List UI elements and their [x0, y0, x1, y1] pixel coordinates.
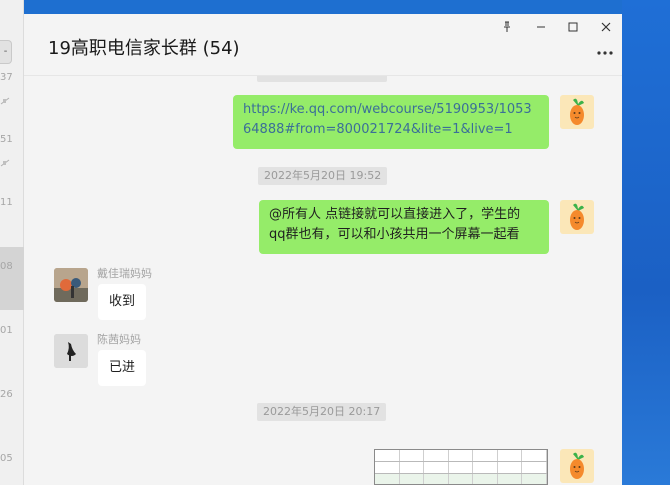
- photo-avatar-icon: [54, 268, 88, 302]
- timestamp: 2022年5月20日 19:52: [258, 167, 388, 185]
- selected-chat-row[interactable]: [0, 247, 24, 310]
- photo-avatar-icon: [54, 334, 88, 368]
- pin-icon[interactable]: [498, 18, 516, 36]
- mute-icon: [0, 159, 10, 167]
- link-line[interactable]: 64888#from=800021724&lite=1&live=1: [243, 120, 539, 140]
- chat-window: 19高职电信家长群 (54) https://ke.qq.com/webcour…: [24, 14, 622, 485]
- maximize-icon[interactable]: [564, 18, 582, 36]
- link-line[interactable]: https://ke.qq.com/webcourse/5190953/1053: [243, 100, 539, 120]
- message-bubble[interactable]: @所有人 点链接就可以直接进入了，学生的 qq群也有，可以和小孩共用一个屏幕一起…: [259, 200, 549, 254]
- chat-list-strip: - 37 51 11 08 01 26 05: [0, 0, 24, 485]
- chat-header: 19高职电信家长群 (54): [24, 14, 622, 76]
- sheet-row: [375, 474, 547, 484]
- image-message[interactable]: [374, 449, 548, 485]
- chat-time: 37: [0, 72, 13, 83]
- avatar[interactable]: [560, 449, 594, 483]
- chat-time: 51: [0, 134, 13, 145]
- minimize-icon[interactable]: [532, 18, 550, 36]
- chat-time: 11: [0, 197, 13, 208]
- avatar[interactable]: [560, 95, 594, 129]
- sheet-row: [375, 462, 547, 474]
- more-icon[interactable]: [596, 44, 614, 60]
- message-list[interactable]: https://ke.qq.com/webcourse/5190953/1053…: [24, 76, 622, 485]
- message-line: qq群也有，可以和小孩共用一个屏幕一起看: [269, 227, 520, 242]
- chat-time: 05: [0, 453, 13, 464]
- carrot-icon: [570, 452, 584, 479]
- message-bubble[interactable]: 收到: [98, 284, 147, 320]
- timestamp: [257, 76, 387, 82]
- chat-title: 19高职电信家长群 (54): [48, 38, 240, 59]
- avatar[interactable]: [54, 268, 88, 302]
- timestamp: 2022年5月20日 20:17: [257, 403, 387, 421]
- carrot-icon: [570, 203, 584, 230]
- avatar[interactable]: [54, 334, 88, 368]
- mute-icon: [0, 97, 10, 105]
- sheet-row: [375, 450, 547, 462]
- chat-time: 26: [0, 389, 13, 400]
- chat-time: 08: [0, 261, 13, 272]
- avatar[interactable]: [560, 200, 594, 234]
- sender-name: 陈茜妈妈: [97, 333, 141, 346]
- desktop-background: [622, 0, 670, 485]
- collapse-button[interactable]: -: [0, 40, 12, 64]
- sender-name: 戴佳瑞妈妈: [97, 267, 152, 280]
- message-bubble-link[interactable]: https://ke.qq.com/webcourse/5190953/1053…: [233, 95, 549, 149]
- message-bubble[interactable]: 已进: [98, 350, 147, 386]
- carrot-icon: [570, 98, 584, 125]
- chat-time: 01: [0, 325, 13, 336]
- message-line: @所有人 点链接就可以直接进入了，学生的: [269, 207, 521, 222]
- close-icon[interactable]: [597, 18, 615, 36]
